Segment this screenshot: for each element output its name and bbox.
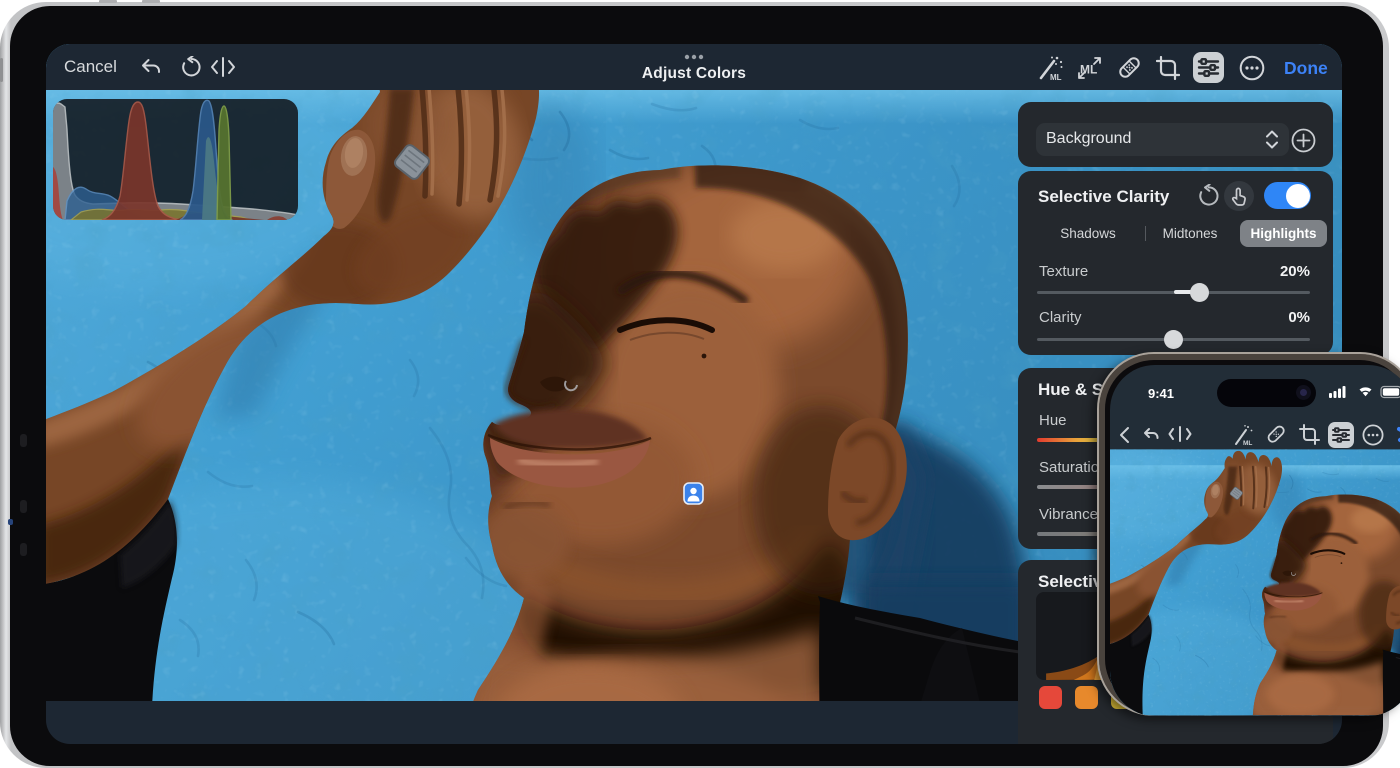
svg-text:ML: ML [1243,440,1252,447]
svg-text:ML: ML [1050,73,1062,81]
